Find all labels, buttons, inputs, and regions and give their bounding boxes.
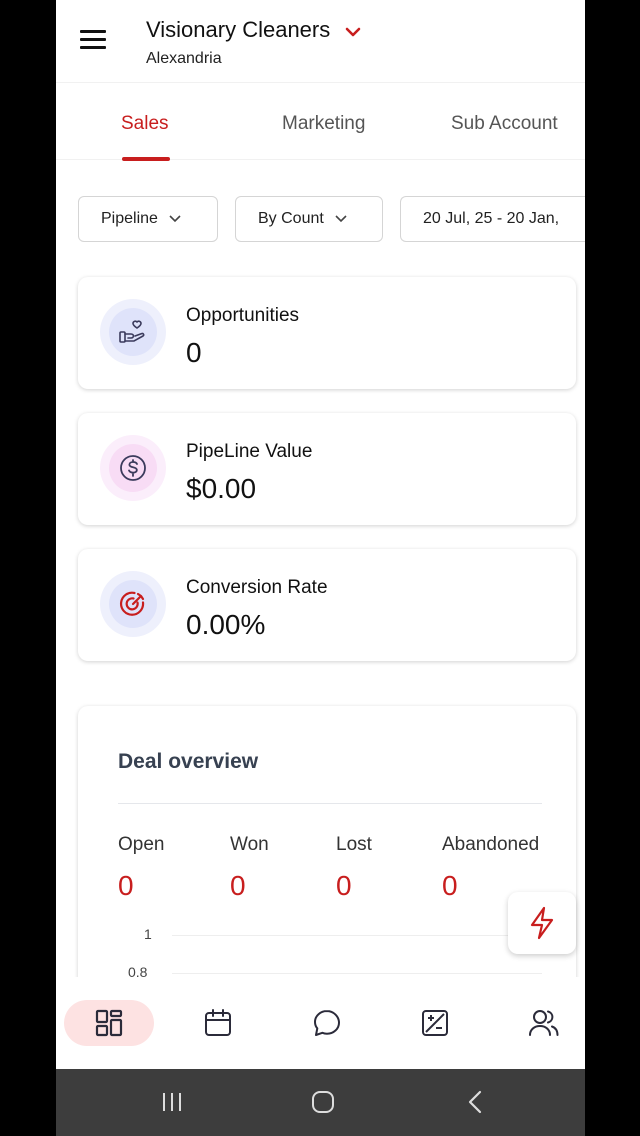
pipeline-value-card[interactable]: PipeLine Value $0.00 [78,413,576,525]
lightning-icon [530,906,554,940]
quick-action-button[interactable] [508,892,576,954]
deal-overview-title: Deal overview [118,750,259,773]
account-name[interactable]: Visionary Cleaners [146,17,330,43]
nav-dashboard[interactable] [64,1000,154,1046]
y-axis-tick-label: 1 [144,926,152,942]
metric-dropdown[interactable]: By Count [235,196,383,242]
stat-value: 0 [186,337,202,368]
chart-gridline [172,935,542,936]
hamburger-menu-icon[interactable] [80,30,110,54]
recent-apps-icon[interactable] [160,1089,184,1115]
tab-bar: Sales Marketing Sub Account [56,82,585,161]
deal-stat-value: 0 [230,870,246,901]
target-icon [120,591,145,616]
back-icon[interactable] [464,1089,488,1115]
bottom-navigation [56,977,585,1069]
divider [118,803,542,804]
deal-stat-label: Open [118,834,165,855]
opportunities-icon-badge [100,299,166,365]
nav-calendar[interactable] [173,1000,263,1046]
deal-stat-open[interactable]: Open 0 [118,834,164,902]
deal-stat-lost[interactable]: Lost 0 [336,834,372,902]
nav-contacts[interactable] [499,1000,585,1046]
account-location: Alexandria [146,50,222,67]
opportunities-card[interactable]: Opportunities 0 [78,277,576,389]
tab-sub-account[interactable]: Sub Account [451,113,558,135]
app-header: Visionary Cleaners Alexandria [56,0,585,82]
pipeline-value-icon-badge [100,435,166,501]
chevron-down-icon [335,215,347,223]
pipeline-dropdown-label: Pipeline [101,210,158,227]
date-range-label: 20 Jul, 25 - 20 Jan, [423,210,560,227]
home-icon[interactable] [310,1089,336,1115]
calendar-icon [205,1009,231,1036]
metric-dropdown-label: By Count [258,210,324,227]
contacts-icon [529,1010,559,1036]
chat-icon [314,1010,340,1036]
tab-marketing[interactable]: Marketing [282,113,365,135]
deal-stat-value: 0 [118,870,134,901]
deal-stat-label: Abandoned [442,834,540,855]
stat-label: PipeLine Value [186,441,313,462]
hand-heart-icon [119,320,145,343]
date-range-picker[interactable]: 20 Jul, 25 - 20 Jan, [400,196,585,242]
deal-stat-won[interactable]: Won 0 [230,834,269,902]
dashboard-icon [95,1009,123,1037]
plus-minus-icon [422,1010,448,1036]
deal-stat-label: Won [230,834,269,855]
pipeline-dropdown[interactable]: Pipeline [78,196,218,242]
nav-opportunities[interactable] [390,1000,480,1046]
system-navigation-bar [56,1069,585,1136]
active-tab-indicator [122,157,170,161]
chart-gridline [172,973,542,974]
nav-conversations[interactable] [282,1000,372,1046]
chevron-down-icon [169,215,181,223]
stat-value: $0.00 [186,473,257,504]
stat-label: Opportunities [186,305,300,326]
stat-label: Conversion Rate [186,577,328,598]
chevron-down-icon[interactable] [344,24,362,40]
deal-stat-value: 0 [336,870,352,901]
conversion-rate-card[interactable]: Conversion Rate 0.00% [78,549,576,661]
deal-stat-label: Lost [336,834,372,855]
app-screen: Visionary Cleaners Alexandria Sales Mark… [56,0,585,1136]
dollar-circle-icon [120,455,146,481]
conversion-rate-icon-badge [100,571,166,637]
tab-sales[interactable]: Sales [121,113,169,135]
stat-value: 0.00% [186,609,266,640]
